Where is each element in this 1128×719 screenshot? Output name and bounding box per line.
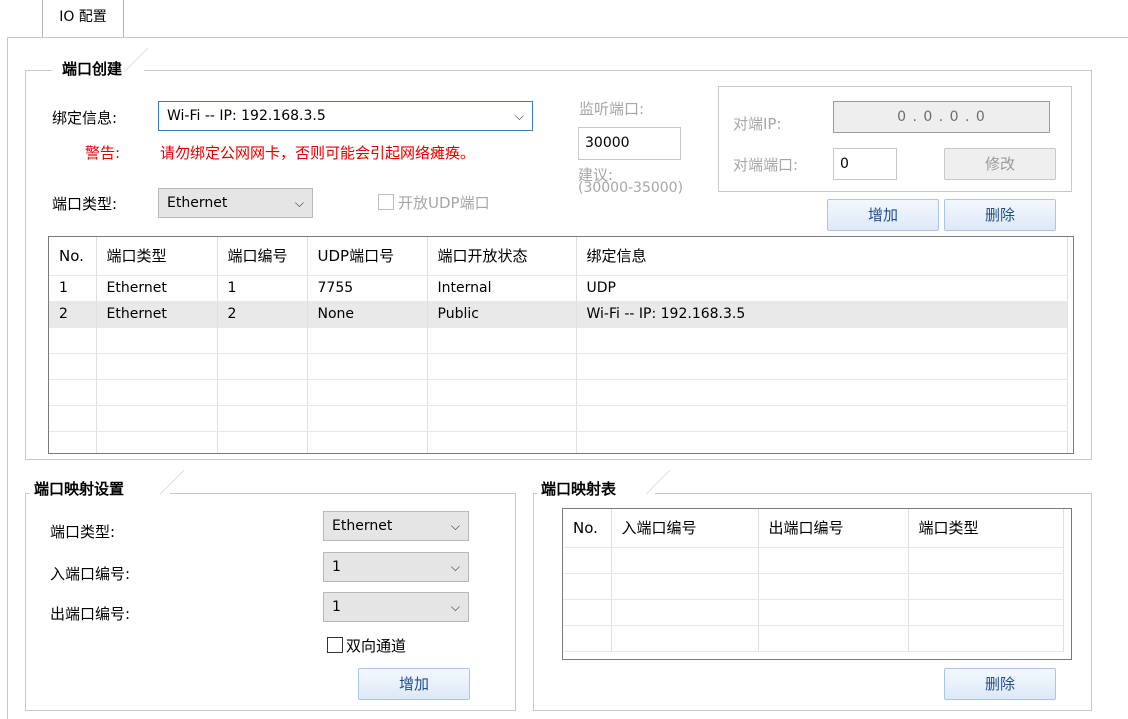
port-map-table-header: No. 入端口编号 出端口编号 端口类型 — [563, 509, 1064, 548]
cell: Public — [427, 301, 577, 328]
bind-info-value: Wi-Fi -- IP: 192.168.3.5 — [167, 108, 326, 124]
port-map-table-title-text: 端口映射表 — [541, 480, 617, 498]
cell: 1 — [217, 275, 308, 302]
bind-info-select[interactable]: Wi-Fi -- IP: 192.168.3.5 ⌵ — [158, 101, 533, 131]
chevron-down-icon: ⌵ — [450, 519, 460, 533]
table-row-empty — [563, 573, 1064, 600]
add-mapping-button-label: 增加 — [398, 675, 429, 693]
table-row-empty — [49, 353, 1068, 380]
warning-text: 请勿绑定公网网卡，否则可能会引起网络瘫痪。 — [160, 144, 476, 162]
cell: Wi-Fi -- IP: 192.168.3.5 — [576, 301, 1068, 328]
out-port-select[interactable]: 1 ⌵ — [323, 592, 469, 622]
cell: Internal — [427, 275, 577, 302]
port-type-value: Ethernet — [167, 195, 228, 211]
in-port-select[interactable]: 1 ⌵ — [323, 552, 469, 582]
port-map-settings-title-text: 端口映射设置 — [34, 480, 125, 498]
bind-info-label: 绑定信息: — [52, 109, 118, 127]
cell: 7755 — [307, 275, 428, 302]
bidirectional-label: 双向通道 — [346, 637, 407, 655]
port-table-container[interactable]: No. 端口类型 端口编号 UDP端口号 端口开放状态 绑定信息 1 Ether… — [48, 236, 1074, 454]
table-row-empty — [563, 625, 1064, 652]
cell: 1 — [49, 275, 97, 302]
col-header[interactable]: 端口类型 — [96, 237, 218, 276]
out-port-label: 出端口编号: — [50, 605, 131, 623]
chevron-down-icon: ⌵ — [514, 109, 524, 123]
col-header[interactable]: No. — [563, 509, 612, 548]
delete-port-button-label: 删除 — [984, 206, 1015, 224]
remote-port-input[interactable]: 0 — [833, 148, 897, 180]
chevron-down-icon: ⌵ — [450, 600, 460, 614]
table-row-empty — [49, 327, 1068, 354]
map-port-type-value: Ethernet — [332, 518, 393, 534]
tab-io-config[interactable]: IO 配置 — [42, 0, 124, 38]
table-row[interactable]: 2 Ethernet 2 None Public Wi-Fi -- IP: 19… — [49, 301, 1068, 328]
cell: Ethernet — [96, 301, 218, 328]
delete-mapping-button-label: 删除 — [984, 675, 1015, 693]
add-port-button[interactable]: 增加 — [827, 199, 939, 231]
chevron-down-icon: ⌵ — [450, 560, 460, 574]
port-map-table-tab-edge — [646, 470, 670, 494]
remote-port-value: 0 — [840, 156, 849, 172]
tab-io-config-label: IO 配置 — [59, 9, 107, 25]
table-row-empty — [49, 405, 1068, 432]
table-row-empty — [563, 599, 1064, 626]
warning-label: 警告: — [85, 144, 121, 162]
cell: Ethernet — [96, 275, 218, 302]
map-port-type-select[interactable]: Ethernet ⌵ — [323, 511, 469, 541]
in-port-label: 入端口编号: — [50, 565, 131, 583]
cell: UDP — [576, 275, 1068, 302]
open-udp-checkbox[interactable] — [378, 194, 394, 210]
cell: None — [307, 301, 428, 328]
bidirectional-checkbox[interactable] — [327, 637, 343, 653]
open-udp-label: 开放UDP端口 — [398, 194, 490, 212]
col-header[interactable]: No. — [49, 237, 97, 276]
port-map-settings-title: 端口映射设置 — [30, 478, 170, 504]
remote-ip-input[interactable]: 0 . 0 . 0 . 0 — [833, 101, 1050, 133]
col-header[interactable]: 入端口编号 — [611, 509, 759, 548]
listen-port-label: 监听端口: — [579, 100, 645, 118]
delete-mapping-button[interactable]: 删除 — [944, 668, 1056, 700]
chevron-down-icon: ⌵ — [294, 196, 304, 210]
modify-button-label: 修改 — [984, 155, 1015, 173]
table-row-empty — [49, 379, 1068, 406]
col-header[interactable]: UDP端口号 — [307, 237, 428, 276]
out-port-value: 1 — [332, 599, 341, 615]
port-map-settings-tab-edge — [160, 470, 184, 494]
add-port-button-label: 增加 — [867, 206, 898, 224]
port-map-table: No. 入端口编号 出端口编号 端口类型 — [563, 509, 1064, 652]
cell: 2 — [49, 301, 97, 328]
port-table: No. 端口类型 端口编号 UDP端口号 端口开放状态 绑定信息 1 Ether… — [49, 237, 1068, 453]
table-row-empty — [563, 547, 1064, 574]
col-header[interactable]: 绑定信息 — [576, 237, 1068, 276]
modify-button[interactable]: 修改 — [944, 148, 1056, 180]
remote-ip-label: 对端IP: — [733, 115, 782, 133]
in-port-value: 1 — [332, 559, 341, 575]
delete-port-button[interactable]: 删除 — [944, 199, 1056, 231]
port-type-select[interactable]: Ethernet ⌵ — [158, 188, 313, 218]
col-header[interactable]: 端口开放状态 — [427, 237, 577, 276]
col-header[interactable]: 出端口编号 — [758, 509, 909, 548]
col-header[interactable]: 端口编号 — [217, 237, 308, 276]
listen-port-input[interactable]: 30000 — [578, 127, 681, 160]
remote-ip-value: 0 . 0 . 0 . 0 — [897, 109, 986, 125]
port-type-label: 端口类型: — [52, 195, 118, 213]
port-map-table-title: 端口映射表 — [537, 478, 655, 504]
port-table-header: No. 端口类型 端口编号 UDP端口号 端口开放状态 绑定信息 — [49, 237, 1068, 276]
port-map-table-container[interactable]: No. 入端口编号 出端口编号 端口类型 — [562, 508, 1072, 660]
suggest-range: (30000-35000) — [578, 180, 684, 196]
table-row-empty — [49, 431, 1068, 453]
listen-port-value: 30000 — [585, 135, 630, 151]
port-create-tab-edge — [124, 48, 148, 72]
cell: 2 — [217, 301, 308, 328]
map-port-type-label: 端口类型: — [50, 523, 116, 541]
port-create-title-text: 端口创建 — [62, 60, 123, 78]
add-mapping-button[interactable]: 增加 — [358, 668, 470, 700]
remote-port-label: 对端端口: — [733, 156, 799, 174]
col-header[interactable]: 端口类型 — [908, 509, 1064, 548]
table-row[interactable]: 1 Ethernet 1 7755 Internal UDP — [49, 275, 1068, 302]
